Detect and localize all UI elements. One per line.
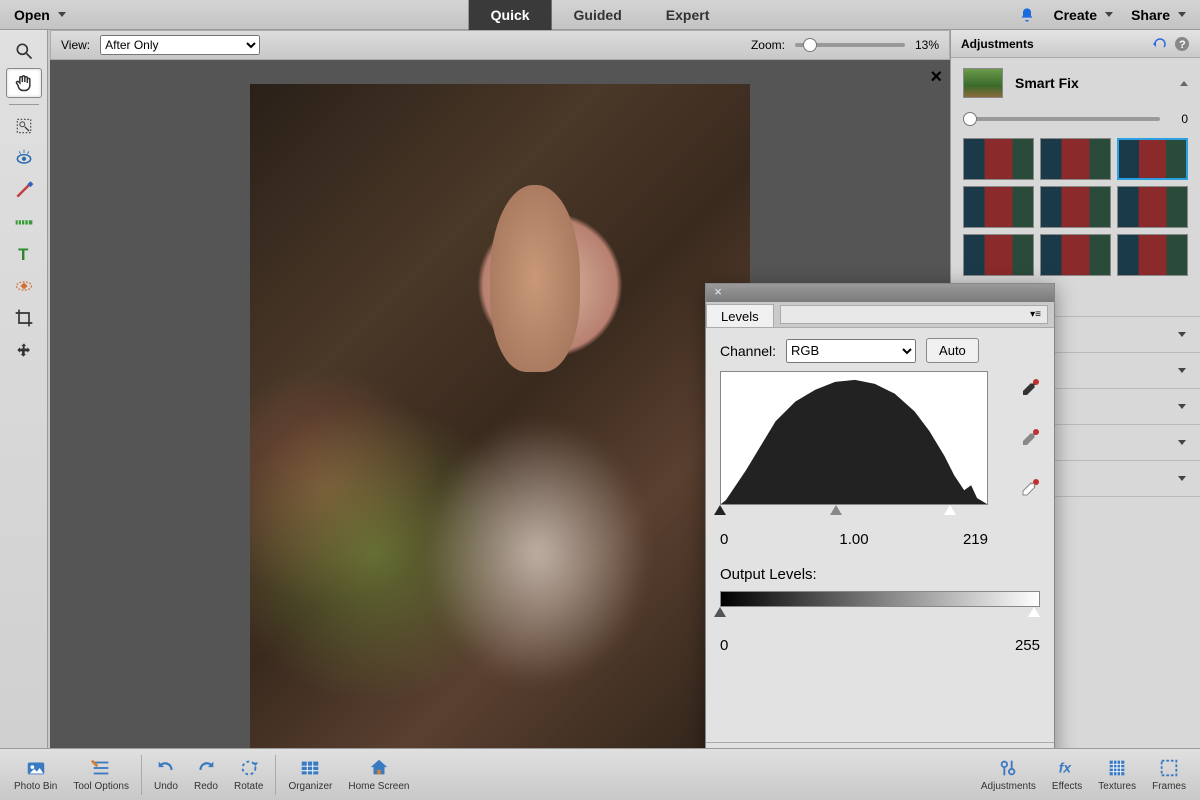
input-white-value[interactable]: 219 [938,531,988,548]
chevron-down-icon [1178,332,1186,337]
zoom-label: Zoom: [751,38,785,52]
whiten-tool[interactable] [6,175,42,205]
text-tool[interactable]: T [6,239,42,269]
svg-text:fx: fx [1059,761,1073,776]
levels-titlebar[interactable]: × [706,284,1054,302]
smartfix-section: Smart Fix 0 Auto [951,58,1200,317]
output-white-value[interactable]: 255 [1015,637,1040,654]
smartfix-preview[interactable] [1040,234,1111,276]
frames-tab-button[interactable]: Frames [1144,757,1194,792]
input-black-value[interactable]: 0 [720,531,770,548]
histogram [720,371,988,505]
smartfix-preview[interactable] [963,234,1034,276]
tab-quick[interactable]: Quick [469,0,552,30]
hand-tool[interactable] [6,68,42,98]
smartfix-preview[interactable] [1117,234,1188,276]
options-bar: View: After Only Zoom: 13% [50,30,950,60]
effects-tab-button[interactable]: fxEffects [1044,757,1090,792]
organizer-button[interactable]: Organizer [280,757,340,792]
output-black-value[interactable]: 0 [720,637,728,654]
smartfix-preview[interactable] [1117,138,1188,180]
straighten-tool[interactable] [6,207,42,237]
smartfix-value: 0 [1168,112,1188,126]
chevron-down-icon [1178,368,1186,373]
output-white-handle[interactable] [1028,607,1040,617]
smartfix-preview[interactable] [1040,186,1111,228]
smartfix-slider[interactable] [963,117,1160,121]
help-icon[interactable]: ? [1174,36,1190,52]
top-menu-bar: Open Quick Guided Expert Create Share [0,0,1200,30]
gray-eyedropper-icon[interactable] [1016,428,1040,452]
channel-select[interactable]: RGB [786,339,916,363]
open-menu[interactable]: Open [0,0,80,29]
quick-select-tool[interactable] [6,111,42,141]
black-point-handle[interactable] [714,505,726,515]
open-label: Open [14,7,50,23]
textures-tab-button[interactable]: Textures [1090,757,1144,792]
photo-bin-button[interactable]: Photo Bin [6,757,65,792]
redo-button[interactable]: Redo [186,757,226,792]
adjustments-header: Adjustments ? [951,30,1200,58]
smartfix-title: Smart Fix [1015,75,1168,91]
move-tool[interactable] [6,335,42,365]
zoom-slider[interactable] [795,43,905,47]
create-menu[interactable]: Create [1053,7,1113,23]
input-mid-value[interactable]: 1.00 [770,531,938,548]
output-black-handle[interactable] [714,607,726,617]
topbar-right: Create Share [1019,0,1200,29]
notification-bell-icon[interactable] [1019,7,1035,23]
levels-tab[interactable]: Levels [706,304,774,327]
levels-dialog: × Levels ▾≡ Channel: RGB Auto 0 1.00 219 [705,283,1055,783]
close-document-icon[interactable]: × [930,66,942,89]
output-gradient [720,591,1040,607]
view-select[interactable]: After Only [100,35,260,55]
black-eyedropper-icon[interactable] [1016,378,1040,402]
view-label: View: [61,38,90,52]
white-point-handle[interactable] [944,505,956,515]
chevron-up-icon[interactable] [1180,81,1188,86]
spot-heal-tool[interactable] [6,271,42,301]
smartfix-preview[interactable] [1040,138,1111,180]
smartfix-preview[interactable] [1117,186,1188,228]
rotate-button[interactable]: Rotate [226,757,271,792]
smartfix-preview[interactable] [963,186,1034,228]
zoom-value: 13% [915,38,939,52]
levels-preset-select[interactable]: ▾≡ [780,305,1048,324]
tool-palette: T [0,30,48,748]
tab-guided[interactable]: Guided [552,0,644,30]
levels-auto-button[interactable]: Auto [926,338,979,363]
channel-label: Channel: [720,343,776,359]
close-icon[interactable]: × [710,285,726,301]
white-eyedropper-icon[interactable] [1016,478,1040,502]
bottom-task-bar: Photo Bin Tool Options Undo Redo Rotate … [0,748,1200,800]
output-levels-label: Output Levels: [720,566,1040,583]
smartfix-preview[interactable] [963,138,1034,180]
smartfix-preview-grid [963,138,1188,276]
svg-text:?: ? [1179,39,1186,51]
svg-text:T: T [18,245,28,264]
home-screen-button[interactable]: Home Screen [340,757,417,792]
crop-tool[interactable] [6,303,42,333]
document-image[interactable] [250,84,750,754]
chevron-down-icon [1178,404,1186,409]
mode-tabs: Quick Guided Expert [469,0,732,30]
tab-expert[interactable]: Expert [644,0,732,30]
chevron-down-icon [1178,440,1186,445]
input-levels-slider[interactable] [720,505,988,521]
gray-point-handle[interactable] [830,505,842,515]
output-levels-slider[interactable] [720,607,1040,623]
undo-button[interactable]: Undo [146,757,186,792]
chevron-down-icon [1178,476,1186,481]
chevron-down-icon [1105,12,1113,17]
tool-options-button[interactable]: Tool Options [65,757,137,792]
reset-icon[interactable] [1152,36,1168,52]
zoom-tool[interactable] [6,36,42,66]
chevron-down-icon [58,12,66,17]
redeye-tool[interactable] [6,143,42,173]
share-menu[interactable]: Share [1131,7,1186,23]
smartfix-thumb-icon [963,68,1003,98]
chevron-down-icon [1178,12,1186,17]
adjustments-tab-button[interactable]: Adjustments [973,757,1044,792]
